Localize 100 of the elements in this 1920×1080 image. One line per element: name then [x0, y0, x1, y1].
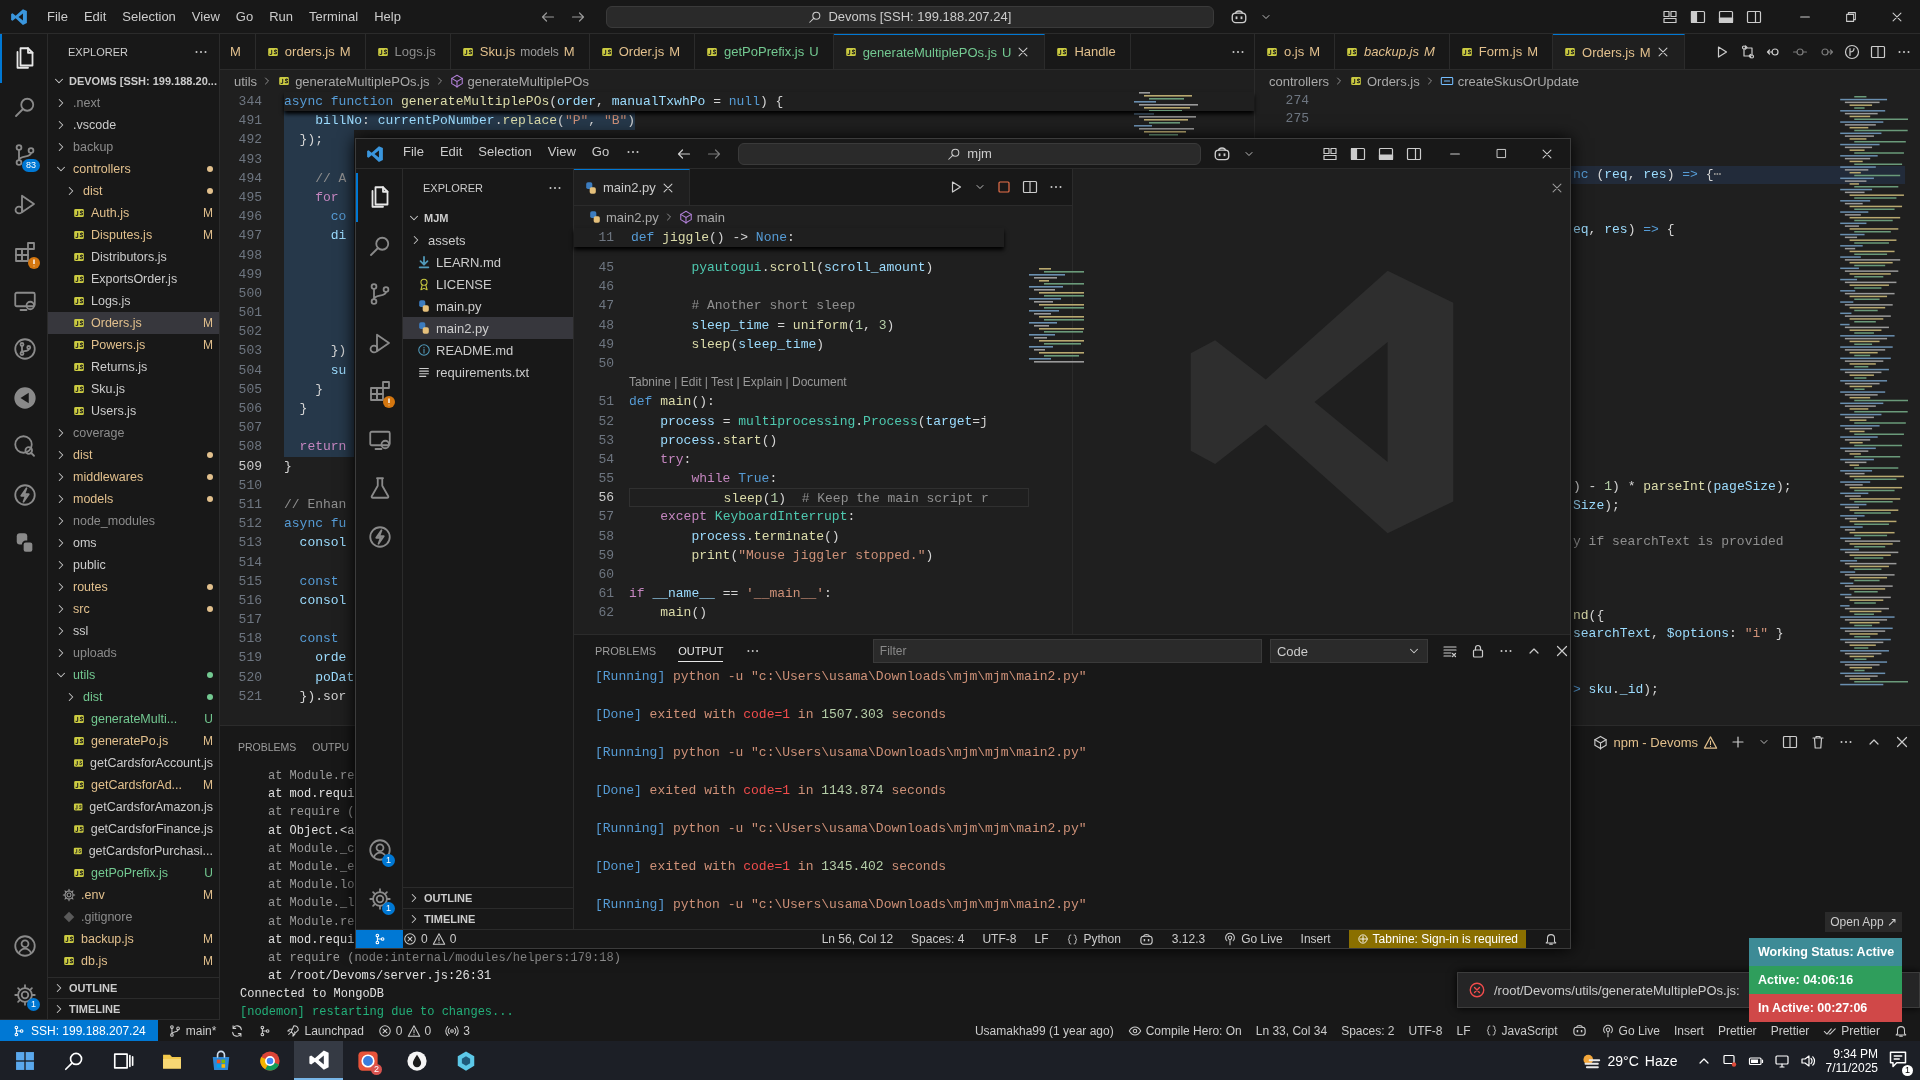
- layout-icon[interactable]: [1662, 8, 1678, 25]
- menu-item[interactable]: File: [396, 141, 431, 166]
- stop-icon[interactable]: [996, 179, 1012, 195]
- tree-item[interactable]: generateMulti... U: [48, 708, 219, 730]
- lock-icon[interactable]: [1470, 643, 1486, 659]
- tree-item[interactable]: middlewares: [48, 466, 219, 488]
- tabnine-status[interactable]: Tabnine: Sign-in is required: [1348, 930, 1526, 948]
- editor-tab[interactable]: o.js M: [1255, 34, 1336, 69]
- menu-item[interactable]: View: [540, 141, 583, 166]
- tree-item[interactable]: main2.py: [403, 317, 573, 339]
- taskbar-app[interactable]: 2: [343, 1041, 392, 1080]
- workspace-root[interactable]: DEVOMS [SSH: 199.188.20...: [48, 70, 219, 92]
- menu-item[interactable]: Edit: [432, 141, 470, 166]
- tree-item[interactable]: getPoPrefix.js U: [48, 862, 219, 884]
- command-center[interactable]: Devoms [SSH: 199.188.207.24]: [605, 5, 1214, 28]
- branch-status[interactable]: main*: [167, 1023, 217, 1038]
- close-icon[interactable]: [1554, 643, 1570, 659]
- tray-app-icon[interactable]: [1721, 1052, 1738, 1069]
- breadcrumb-item[interactable]: generateMultiplePOs.js: [277, 73, 430, 89]
- secondary-sidebar-icon[interactable]: [1406, 145, 1422, 162]
- tree-item[interactable]: backup.js M: [48, 928, 219, 950]
- go-live-status[interactable]: Go Live: [1223, 932, 1283, 946]
- editor-tab[interactable]: main2.py: [574, 169, 690, 205]
- activity-button[interactable]: 83: [0, 131, 47, 180]
- status-item[interactable]: LF: [1034, 932, 1049, 946]
- remote-button[interactable]: [356, 930, 403, 948]
- menu-item[interactable]: Go: [584, 141, 617, 166]
- copilot-icon[interactable]: [1138, 931, 1154, 947]
- menu-item[interactable]: View: [184, 6, 227, 27]
- restore-icon[interactable]: [1844, 9, 1858, 24]
- tree-item[interactable]: Orders.js M: [48, 312, 219, 334]
- status-item[interactable]: Prettier: [1823, 1023, 1880, 1038]
- tree-item[interactable]: dist: [48, 686, 219, 708]
- tree-item[interactable]: getCardsforPurchasi...: [48, 840, 219, 862]
- tree-item[interactable]: src: [48, 598, 219, 620]
- ports-status[interactable]: 3: [445, 1023, 470, 1038]
- editor-tab[interactable]: getPoPrefix.js U: [695, 34, 834, 69]
- editor-tab[interactable]: Handle: [1045, 34, 1131, 69]
- split-editor-icon[interactable]: [1022, 179, 1038, 195]
- menu-item[interactable]: Run: [262, 6, 300, 27]
- breadcrumb-item[interactable]: utils: [234, 73, 258, 89]
- notifications-icon[interactable]: [1544, 932, 1558, 946]
- layout-icon[interactable]: [1322, 145, 1338, 162]
- taskbar-app[interactable]: [294, 1041, 343, 1080]
- clock[interactable]: 9:34 PM 7/11/2025: [1825, 1046, 1878, 1075]
- editor-tab[interactable]: Orders.js M: [1553, 34, 1685, 69]
- language-status[interactable]: Python: [1066, 932, 1121, 946]
- editor-tab[interactable]: M: [220, 34, 256, 69]
- menu-item[interactable]: Selection: [115, 6, 183, 27]
- tree-item[interactable]: public: [48, 554, 219, 576]
- copilot-icon[interactable]: [1229, 7, 1248, 26]
- remote-status[interactable]: SSH: 199.188.207.24: [0, 1020, 158, 1041]
- copilot-icon[interactable]: [1571, 1023, 1587, 1038]
- tree-item[interactable]: getCardsforAccount.js: [48, 752, 219, 774]
- breadcrumb-item[interactable]: Orders.js: [1348, 73, 1420, 89]
- section-header[interactable]: OUTLINE: [48, 977, 219, 998]
- editor-tab[interactable]: generateMultiplePOs.js U: [833, 34, 1046, 69]
- breadcrumb-item[interactable]: main: [678, 209, 725, 225]
- status-item[interactable]: Insert: [1673, 1023, 1704, 1038]
- tree-item[interactable]: routes: [48, 576, 219, 598]
- tree-item[interactable]: getCardsforFinance.js: [48, 818, 219, 840]
- breadcrumb-item[interactable]: generateMultiplePOs: [449, 73, 589, 89]
- weather-widget[interactable]: 29°C Haze: [1579, 1049, 1678, 1072]
- breadcrumb-item[interactable]: controllers: [1269, 73, 1329, 89]
- problems-status[interactable]: 0 0: [377, 1023, 432, 1038]
- tree-item[interactable]: backup: [48, 136, 219, 158]
- tree-item[interactable]: ssl: [48, 620, 219, 642]
- editor-tab[interactable]: Order.js M: [589, 34, 696, 69]
- editor-tab[interactable]: backup.js M: [1335, 34, 1450, 69]
- editor-tab[interactable]: orders.js M: [255, 34, 366, 69]
- status-item[interactable]: Insert: [1300, 932, 1331, 946]
- breadcrumb-item[interactable]: createSkusOrUpdate: [1439, 73, 1580, 89]
- workspace-root[interactable]: MJM: [403, 207, 573, 229]
- status-item[interactable]: 3.12.3: [1171, 932, 1206, 946]
- command-center[interactable]: mjm: [738, 142, 1202, 165]
- tree-item[interactable]: Auth.js M: [48, 202, 219, 224]
- menu-item[interactable]: Help: [367, 6, 408, 27]
- tree-item[interactable]: node_modules: [48, 510, 219, 532]
- sidebar-toggle-icon[interactable]: [1690, 8, 1706, 25]
- status-item[interactable]: LF: [1456, 1023, 1471, 1038]
- problems-status[interactable]: 0 0: [403, 932, 457, 946]
- tree-item[interactable]: LEARN.md: [403, 251, 573, 273]
- panel-toggle-icon[interactable]: [1378, 145, 1394, 162]
- menu-item[interactable]: Terminal: [302, 6, 366, 27]
- panel-toggle-icon[interactable]: [1718, 8, 1734, 25]
- close-icon[interactable]: [1550, 181, 1564, 195]
- status-item[interactable]: Ln 56, Col 12: [821, 932, 894, 946]
- activity-button[interactable]: 1: [0, 970, 47, 1019]
- split-terminal-icon[interactable]: [1782, 734, 1798, 750]
- notification-icon[interactable]: [1888, 1049, 1908, 1069]
- tree-item[interactable]: oms: [48, 532, 219, 554]
- launchpad-status[interactable]: Launchpad: [286, 1023, 364, 1038]
- maximize-icon[interactable]: [1494, 147, 1508, 160]
- status-item[interactable]: Spaces: 2: [1341, 1023, 1395, 1038]
- tree-item[interactable]: Powers.js M: [48, 334, 219, 356]
- status-item[interactable]: Compile Hero: On: [1127, 1023, 1242, 1038]
- tree-item[interactable]: Logs.js: [48, 290, 219, 312]
- tree-item[interactable]: generatePo.js M: [48, 730, 219, 752]
- section-header[interactable]: OUTLINE: [403, 887, 573, 908]
- secondary-sidebar-icon[interactable]: [1746, 8, 1762, 25]
